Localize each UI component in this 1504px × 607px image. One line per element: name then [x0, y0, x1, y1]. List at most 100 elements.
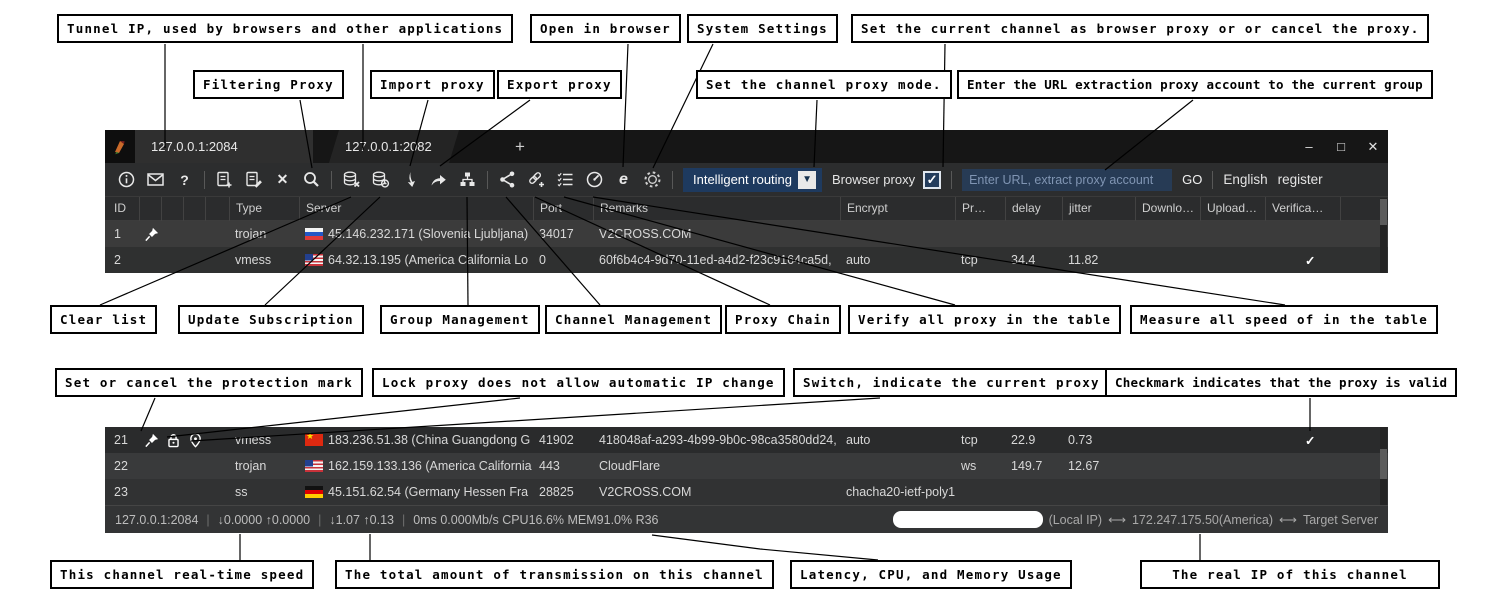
cell-server: 183.236.51.38 (China Guangdong G: [299, 427, 533, 453]
col-id[interactable]: ID: [105, 197, 139, 221]
add-server-icon[interactable]: [215, 170, 234, 189]
system-settings-icon[interactable]: [643, 170, 662, 189]
browser-proxy-checkbox[interactable]: ✓: [923, 171, 941, 189]
clear-list-icon[interactable]: [342, 170, 361, 189]
table-header: ID Type Server Port Remarks Encrypt Pr… …: [105, 197, 1388, 221]
status-total-transfer: ↓1.07 ↑0.13: [329, 513, 394, 527]
cell-remarks: 60f6b4c4-9d70-11ed-a4d2-f23c9164ca5d,: [593, 247, 840, 273]
register-button[interactable]: register: [1278, 172, 1323, 187]
col-protocol[interactable]: Pr…: [955, 197, 1005, 221]
callout-group-management: Group Management: [380, 305, 540, 334]
callout-verify-all: Verify all proxy in the table: [848, 305, 1121, 334]
callout-lock-proxy: Lock proxy does not allow automatic IP c…: [372, 368, 785, 397]
cell-server: 45.151.62.54 (Germany Hessen Fra: [299, 479, 533, 505]
lock-icon[interactable]: [161, 427, 183, 453]
current-proxy-indicator-icon[interactable]: [183, 427, 205, 453]
cell-remarks: 418048af-a293-4b99-9b0c-98ca3580dd24,: [593, 427, 840, 453]
tab-label: 127.0.0.1:2082: [345, 139, 432, 154]
table-row[interactable]: 2 vmess 64.32.13.195 (America California…: [105, 247, 1388, 273]
col-download[interactable]: Downlo…: [1135, 197, 1200, 221]
verified-check-icon: ✓: [1265, 427, 1340, 453]
go-button[interactable]: GO: [1182, 172, 1202, 187]
flag-usa-icon: [305, 254, 323, 266]
language-button[interactable]: English: [1223, 172, 1267, 187]
close-button[interactable]: ✕: [1364, 139, 1382, 155]
tab-label: 127.0.0.1:2084: [151, 139, 238, 154]
col-server[interactable]: Server: [299, 197, 533, 221]
cell-server: 162.159.133.136 (America California: [299, 453, 533, 479]
proxy-app-window-bottom: 21 vmess 183.236.51.38 (China Guangdong …: [105, 427, 1388, 533]
pin-icon[interactable]: [139, 221, 161, 247]
col-upload[interactable]: Upload…: [1200, 197, 1265, 221]
col-delay[interactable]: delay: [1005, 197, 1062, 221]
cell-port: 28825: [533, 479, 593, 505]
callout-set-browser-proxy: Set the current channel as browser proxy…: [851, 14, 1429, 43]
mail-icon[interactable]: [146, 170, 165, 189]
help-icon[interactable]: ?: [175, 170, 194, 189]
pin-icon[interactable]: [139, 427, 161, 453]
speed-test-icon[interactable]: [585, 170, 604, 189]
callout-update-subscription: Update Subscription: [178, 305, 364, 334]
callout-tunnel-ip: Tunnel IP, used by browsers and other ap…: [57, 14, 513, 43]
scrollbar[interactable]: [1380, 198, 1387, 273]
redacted-local-ip: [893, 511, 1043, 528]
separator: [1212, 171, 1213, 189]
callout-real-ip: The real IP of this channel: [1140, 560, 1440, 589]
col-remarks[interactable]: Remarks: [593, 197, 840, 221]
separator: [331, 171, 332, 189]
scrollbar[interactable]: [1380, 427, 1387, 505]
new-tab-button[interactable]: +: [507, 130, 533, 163]
callout-channel-management: Channel Management: [545, 305, 722, 334]
cell-type: trojan: [229, 453, 299, 479]
url-input[interactable]: [962, 169, 1172, 191]
table-row[interactable]: 1 trojan 45.146.232.171 (Slovenia Ljublj…: [105, 221, 1388, 247]
callout-open-in-browser: Open in browser: [530, 14, 681, 43]
cell-id: 22: [105, 453, 139, 479]
update-subscription-icon[interactable]: [371, 170, 390, 189]
callout-export-proxy: Export proxy: [497, 70, 622, 99]
edit-server-icon[interactable]: [244, 170, 263, 189]
cell-id: 23: [105, 479, 139, 505]
chevron-down-icon[interactable]: ▼: [798, 171, 816, 189]
flag-slovenia-icon: [305, 228, 323, 240]
callout-proxy-chain: Proxy Chain: [725, 305, 841, 334]
callout-filtering-proxy: Filtering Proxy: [193, 70, 344, 99]
export-proxy-icon[interactable]: [429, 170, 448, 189]
callout-enter-url: Enter the URL extraction proxy account t…: [957, 70, 1433, 99]
info-icon[interactable]: [117, 170, 136, 189]
tab-channel-2082[interactable]: 127.0.0.1:2082: [329, 130, 459, 163]
col-port[interactable]: Port: [533, 197, 593, 221]
flag-usa-icon: [305, 460, 323, 472]
open-in-browser-icon[interactable]: e: [614, 170, 633, 189]
callout-switch-current: Switch, indicate the current proxy: [793, 368, 1110, 397]
col-type[interactable]: Type: [229, 197, 299, 221]
maximize-button[interactable]: □: [1332, 139, 1350, 154]
status-endpoint: 127.0.0.1:2084: [115, 513, 198, 527]
minimize-button[interactable]: –: [1300, 139, 1318, 154]
col-verification[interactable]: Verifica…: [1265, 197, 1340, 221]
cell-type: ss: [229, 479, 299, 505]
callout-system-settings: System Settings: [687, 14, 838, 43]
proxy-app-window-top: 127.0.0.1:2084 127.0.0.1:2082 + – □ ✕ ? …: [105, 130, 1388, 273]
table-row[interactable]: 21 vmess 183.236.51.38 (China Guangdong …: [105, 427, 1388, 453]
group-management-icon[interactable]: [458, 170, 477, 189]
col-encrypt[interactable]: Encrypt: [840, 197, 955, 221]
delete-icon[interactable]: ✕: [273, 170, 292, 189]
import-proxy-icon[interactable]: [400, 170, 419, 189]
table-row[interactable]: 23 ss 45.151.62.54 (Germany Hessen Fra 2…: [105, 479, 1388, 505]
cell-type: trojan: [229, 221, 299, 247]
separator: [487, 171, 488, 189]
filter-search-icon[interactable]: [302, 170, 321, 189]
callout-clear-list: Clear list: [50, 305, 157, 334]
routing-mode-select[interactable]: Intelligent routing ▼: [683, 168, 822, 192]
tab-channel-2084[interactable]: 127.0.0.1:2084: [135, 130, 313, 163]
status-latency-cpu-mem: 0ms 0.000Mb/s CPU16.6% MEM91.0% R36: [413, 513, 658, 527]
table-row[interactable]: 22 trojan 162.159.133.136 (America Calif…: [105, 453, 1388, 479]
proxy-chain-icon[interactable]: [527, 170, 546, 189]
channel-management-icon[interactable]: [498, 170, 517, 189]
flag-germany-icon: [305, 486, 323, 498]
col-jitter[interactable]: jitter: [1062, 197, 1135, 221]
cell-remarks: V2CROSS.COM: [593, 479, 840, 505]
verify-all-icon[interactable]: [556, 170, 575, 189]
local-ip-label: (Local IP): [1049, 513, 1103, 527]
